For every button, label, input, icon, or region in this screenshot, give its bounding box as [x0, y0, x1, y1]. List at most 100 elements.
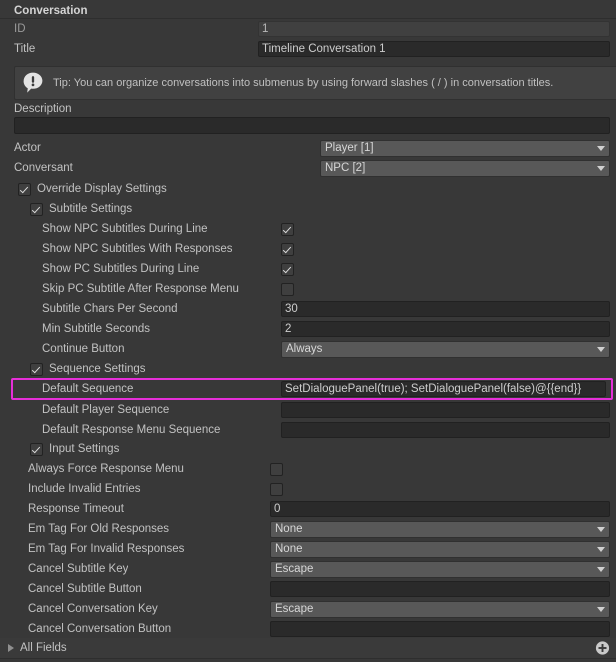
override-display-settings-checkbox[interactable]	[18, 182, 31, 196]
tip-box: Tip: You can organize conversations into…	[14, 66, 616, 100]
cancel-conversation-key-dropdown[interactable]: Escape	[270, 600, 610, 618]
description-label: Description	[14, 103, 72, 115]
cancel-subtitle-button-field[interactable]	[270, 581, 610, 597]
cancel-conversation-button-field[interactable]	[270, 621, 610, 637]
sequence-settings-row[interactable]: Sequence Settings	[0, 359, 616, 379]
show-pc-subtitles-during-line-checkbox[interactable]	[281, 262, 294, 276]
em-tag-for-old-responses-label: Em Tag For Old Responses	[28, 523, 170, 535]
default-player-sequence-field[interactable]	[281, 402, 610, 418]
override-display-settings-label: Override Display Settings	[37, 183, 167, 195]
row-em-tag-for-invalid-responses: Em Tag For Invalid Responses None	[0, 539, 616, 559]
skip-pc-subtitle-after-response-menu-checkbox[interactable]	[281, 282, 294, 296]
show-npc-subtitles-with-responses-checkbox[interactable]	[281, 242, 294, 256]
actor-dropdown[interactable]: Player [1]	[320, 139, 610, 157]
description-field[interactable]	[14, 117, 610, 134]
input-settings-checkbox[interactable]	[30, 442, 43, 456]
row-show-npc-subtitles-with-responses: Show NPC Subtitles With Responses	[0, 239, 616, 259]
title-field[interactable]: Timeline Conversation 1	[258, 41, 610, 57]
cancel-conversation-key-value: Escape	[275, 603, 314, 615]
min-subtitle-seconds-field[interactable]: 2	[281, 321, 610, 337]
sequence-settings-checkbox[interactable]	[30, 362, 43, 376]
response-timeout-field[interactable]: 0	[270, 501, 610, 517]
always-force-response-menu-checkbox[interactable]	[270, 462, 283, 476]
chevron-down-icon	[597, 606, 605, 612]
chevron-down-icon	[597, 346, 605, 352]
default-response-menu-sequence-field[interactable]	[281, 422, 610, 438]
conversant-label: Conversant	[14, 162, 73, 174]
conversant-dropdown-value: NPC [2]	[325, 162, 366, 174]
field-row-description-label: Description	[0, 99, 616, 119]
title-label: Title	[14, 43, 36, 55]
row-subtitle-chars-per-second: Subtitle Chars Per Second 30	[0, 299, 616, 319]
row-include-invalid-entries: Include Invalid Entries	[0, 479, 616, 499]
em-tag-for-invalid-responses-dropdown[interactable]: None	[270, 540, 610, 558]
cancel-conversation-key-label: Cancel Conversation Key	[28, 603, 158, 615]
field-row-actor: Actor Player [1]	[0, 138, 616, 158]
row-cancel-conversation-button: Cancel Conversation Button	[0, 619, 616, 639]
row-always-force-response-menu: Always Force Response Menu	[0, 459, 616, 479]
all-fields-foldout[interactable]: All Fields	[0, 638, 616, 658]
id-field[interactable]: 1	[258, 21, 610, 37]
subtitle-chars-per-second-field[interactable]: 30	[281, 301, 610, 317]
show-npc-subtitles-during-line-checkbox[interactable]	[281, 222, 294, 236]
show-pc-subtitles-during-line-label: Show PC Subtitles During Line	[42, 263, 200, 275]
row-cancel-subtitle-button: Cancel Subtitle Button	[0, 579, 616, 599]
em-tag-for-old-responses-dropdown[interactable]: None	[270, 520, 610, 538]
continue-button-dropdown[interactable]: Always	[281, 340, 610, 358]
subtitle-settings-row[interactable]: Subtitle Settings	[0, 199, 616, 219]
subtitle-chars-per-second-label: Subtitle Chars Per Second	[42, 303, 178, 315]
response-timeout-label: Response Timeout	[28, 503, 124, 515]
row-min-subtitle-seconds: Min Subtitle Seconds 2	[0, 319, 616, 339]
include-invalid-entries-checkbox[interactable]	[270, 482, 283, 496]
chevron-down-icon	[597, 165, 605, 171]
plus-circle-icon[interactable]	[595, 641, 610, 656]
info-exclamation-icon	[21, 71, 45, 95]
include-invalid-entries-label: Include Invalid Entries	[28, 483, 141, 495]
subtitle-settings-label: Subtitle Settings	[49, 203, 133, 215]
subtitle-settings-checkbox[interactable]	[30, 202, 43, 216]
default-response-menu-sequence-label: Default Response Menu Sequence	[42, 424, 221, 436]
cancel-subtitle-key-dropdown[interactable]: Escape	[270, 560, 610, 578]
em-tag-for-invalid-responses-label: Em Tag For Invalid Responses	[28, 543, 185, 555]
chevron-right-icon[interactable]	[8, 644, 14, 652]
skip-pc-subtitle-after-response-menu-label: Skip PC Subtitle After Response Menu	[42, 283, 239, 295]
cancel-conversation-button-label: Cancel Conversation Button	[28, 623, 172, 635]
min-subtitle-seconds-label: Min Subtitle Seconds	[42, 323, 151, 335]
row-skip-pc-subtitle-after-response-menu: Skip PC Subtitle After Response Menu	[0, 279, 616, 299]
continue-button-dropdown-value: Always	[286, 343, 323, 355]
chevron-down-icon	[597, 566, 605, 572]
row-response-timeout: Response Timeout 0	[0, 499, 616, 519]
input-settings-label: Input Settings	[49, 443, 120, 455]
show-npc-subtitles-with-responses-label: Show NPC Subtitles With Responses	[42, 243, 233, 255]
override-display-settings-row[interactable]: Override Display Settings	[0, 179, 616, 199]
bottom-divider	[0, 658, 616, 659]
row-continue-button: Continue Button Always	[0, 339, 616, 359]
conversation-inspector: Conversation ID 1 Title Timeline Convers…	[0, 0, 616, 662]
show-npc-subtitles-during-line-label: Show NPC Subtitles During Line	[42, 223, 208, 235]
row-show-npc-subtitles-during-line: Show NPC Subtitles During Line	[0, 219, 616, 239]
row-default-sequence: Default Sequence SetDialoguePanel(true);…	[0, 378, 616, 400]
sequence-settings-label: Sequence Settings	[49, 363, 146, 375]
default-player-sequence-label: Default Player Sequence	[42, 404, 170, 416]
all-fields-label: All Fields	[20, 642, 67, 654]
chevron-down-icon	[597, 526, 605, 532]
chevron-down-icon	[597, 546, 605, 552]
em-tag-for-invalid-responses-value: None	[275, 543, 303, 555]
row-cancel-conversation-key: Cancel Conversation Key Escape	[0, 599, 616, 619]
default-sequence-field[interactable]: SetDialoguePanel(true); SetDialoguePanel…	[281, 381, 606, 397]
continue-button-label: Continue Button	[42, 343, 125, 355]
em-tag-for-old-responses-value: None	[275, 523, 303, 535]
row-cancel-subtitle-key: Cancel Subtitle Key Escape	[0, 559, 616, 579]
row-default-response-menu-sequence: Default Response Menu Sequence	[0, 420, 616, 440]
row-em-tag-for-old-responses: Em Tag For Old Responses None	[0, 519, 616, 539]
conversant-dropdown[interactable]: NPC [2]	[320, 159, 610, 177]
always-force-response-menu-label: Always Force Response Menu	[28, 463, 184, 475]
field-row-conversant: Conversant NPC [2]	[0, 158, 616, 178]
cancel-subtitle-button-label: Cancel Subtitle Button	[28, 583, 142, 595]
input-settings-row[interactable]: Input Settings	[0, 439, 616, 459]
id-label: ID	[14, 23, 26, 35]
row-default-player-sequence: Default Player Sequence	[0, 400, 616, 420]
chevron-down-icon	[597, 145, 605, 151]
cancel-subtitle-key-value: Escape	[275, 563, 314, 575]
field-row-title: Title Timeline Conversation 1	[0, 39, 616, 59]
